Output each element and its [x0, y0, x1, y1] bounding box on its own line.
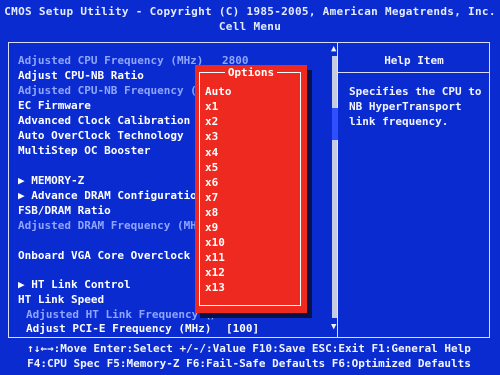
scroll-up-arrow-icon[interactable]: ▲ [331, 44, 336, 54]
help-line-1: Specifies the CPU to [349, 85, 482, 98]
menu-item-fsb-dram-ratio[interactable]: FSB/DRAM Ratio [18, 203, 111, 218]
option-x6[interactable]: x6 [205, 175, 218, 190]
menu-item-cpu-nb-ratio[interactable]: Adjust CPU-NB Ratio [18, 68, 144, 83]
option-x8[interactable]: x8 [205, 205, 218, 220]
popup-title-text: Options [224, 66, 278, 79]
key-help-line-1: ↑↓←→:Move Enter:Select +/-/:Value F10:Sa… [27, 342, 471, 355]
key-help-line-2: F4:CPU Spec F5:Memory-Z F6:Fail-Safe Def… [27, 357, 471, 370]
menu-item-ht-link-speed[interactable]: HT Link Speed [18, 292, 104, 307]
option-x11[interactable]: x11 [205, 250, 225, 265]
option-x13[interactable]: x13 [205, 280, 225, 295]
menu-item-onboard-vga-overclock[interactable]: Onboard VGA Core Overclock [18, 248, 190, 263]
option-x4[interactable]: x4 [205, 145, 218, 160]
bios-header: CMOS Setup Utility - Copyright (C) 1985-… [0, 4, 500, 38]
menu-item-auto-overclock[interactable]: Auto OverClock Technology [18, 128, 184, 143]
submenu-memory-z[interactable]: ▶ MEMORY-Z [18, 173, 84, 188]
option-x3[interactable]: x3 [205, 129, 218, 144]
option-x7[interactable]: x7 [205, 190, 218, 205]
help-divider [338, 72, 490, 73]
key-help-bar: ↑↓←→:Move Enter:Select +/-/:Value F10:Sa… [8, 341, 490, 375]
submenu-advance-dram-configuration[interactable]: ▶ Advance DRAM Configuration [18, 188, 203, 203]
help-line-3: link frequency. [349, 115, 449, 128]
menu-item-multistep-oc-booster[interactable]: MultiStep OC Booster [18, 143, 150, 158]
help-line-2: NB HyperTransport [349, 100, 462, 113]
menu-item-ec-firmware[interactable]: EC Firmware [18, 98, 91, 113]
option-x10[interactable]: x10 [205, 235, 225, 250]
scrollbar-track[interactable] [332, 56, 338, 318]
header-copyright: CMOS Setup Utility - Copyright (C) 1985-… [4, 5, 496, 18]
menu-item-adjust-pcie-frequency[interactable]: Adjust PCI-E Frequency (MHz) [26, 321, 211, 336]
popup-title: Options [195, 66, 307, 79]
scrollbar-thumb[interactable] [332, 108, 338, 140]
help-title: Help Item [384, 54, 444, 67]
adjusted-ht-link-frequency-label: Adjusted HT Link Frequency (M [26, 308, 219, 321]
option-x2[interactable]: x2 [205, 114, 218, 129]
option-x9[interactable]: x9 [205, 220, 218, 235]
option-x12[interactable]: x12 [205, 265, 225, 280]
header-menu-name: Cell Menu [218, 20, 282, 33]
submenu-ht-link-control[interactable]: ▶ HT Link Control [18, 277, 131, 292]
option-auto[interactable]: Auto [205, 84, 232, 99]
menu-item-advanced-clock-calibration[interactable]: Advanced Clock Calibration [18, 113, 190, 128]
help-text: Specifies the CPU to NB HyperTransport l… [349, 84, 484, 129]
options-popup: Options Auto x1 x2 x3 x4 x5 x6 x7 x8 x9 … [195, 65, 307, 313]
adjusted-cpu-frequency-label: Adjusted CPU Frequency (MHz) [18, 54, 204, 67]
adjusted-cpu-nb-frequency-label: Adjusted CPU-NB Frequency (M [18, 84, 204, 97]
option-x5[interactable]: x5 [205, 160, 218, 175]
adjust-pcie-frequency-value[interactable]: [100] [226, 321, 259, 336]
option-x1[interactable]: x1 [205, 99, 218, 114]
adjusted-dram-frequency-label: Adjusted DRAM Frequency (MHz [18, 219, 204, 232]
scroll-down-arrow-icon[interactable]: ▼ [331, 322, 336, 332]
